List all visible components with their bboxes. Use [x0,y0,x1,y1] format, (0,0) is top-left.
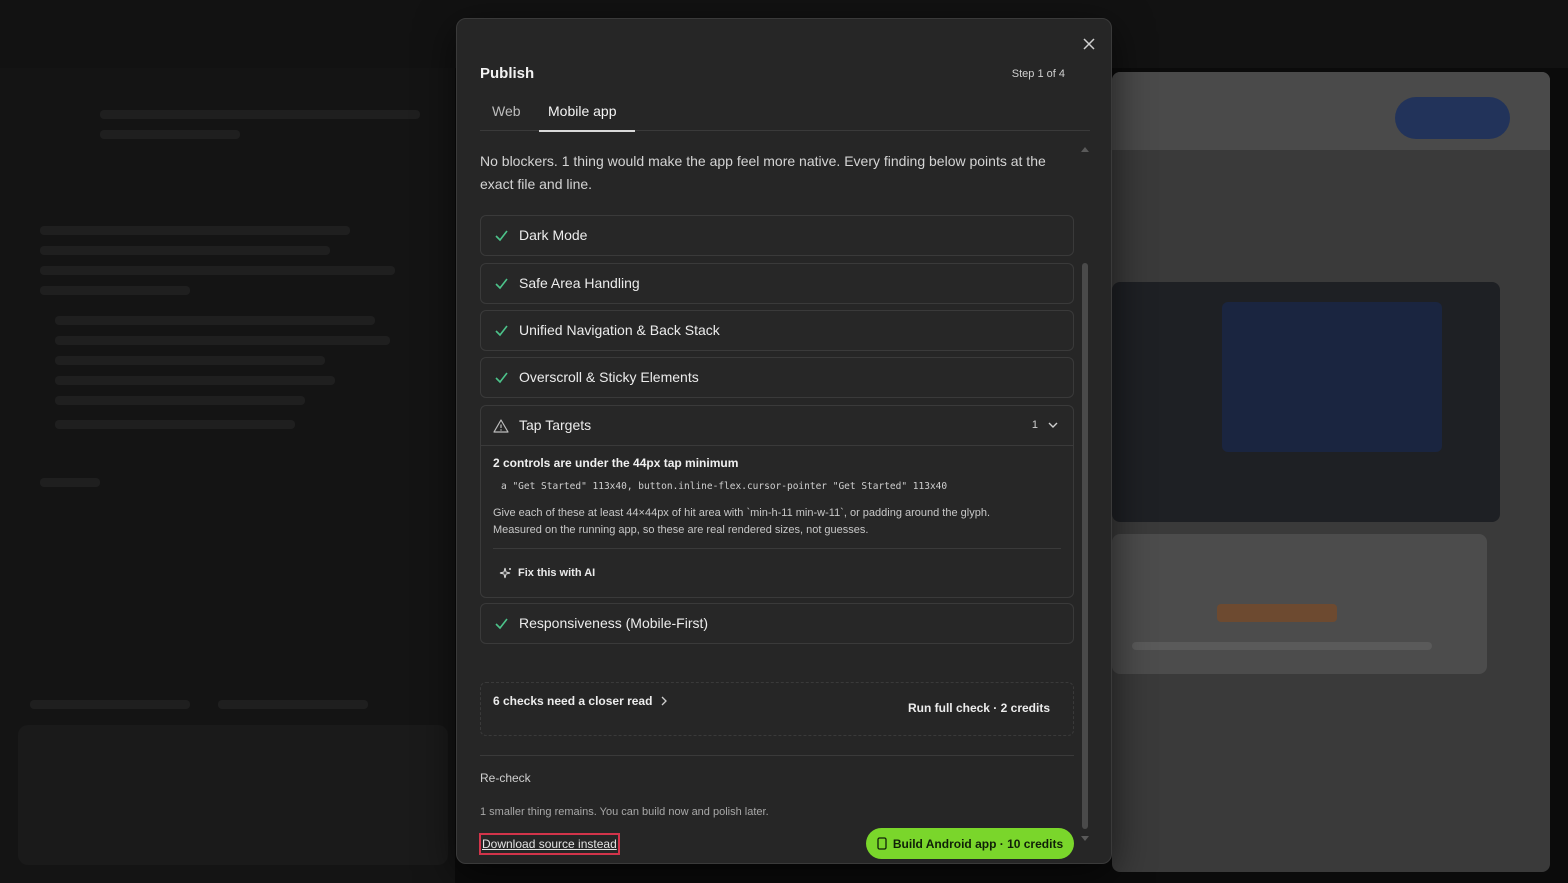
finding-title: 2 controls are under the 44px tap minimu… [493,456,739,470]
check-icon [495,372,508,384]
check-label: Dark Mode [519,227,588,243]
tab-mobile-app[interactable]: Mobile app [539,103,635,132]
finding-desc-line: Give each of these at least 44×44px of h… [493,507,991,519]
check-label: Unified Navigation & Back Stack [519,322,720,338]
build-android-button[interactable]: Build Android app · 10 credits [866,828,1074,859]
sparkle-icon [499,567,511,578]
check-safe-area[interactable]: Safe Area Handling [480,263,1074,304]
check-label: Overscroll & Sticky Elements [519,369,699,385]
tab-web[interactable]: Web [492,103,521,131]
publish-dialog: Publish Step 1 of 4 Web Mobile app No bl… [456,18,1112,864]
check-dark-mode[interactable]: Dark Mode [480,215,1074,256]
check-overscroll[interactable]: Overscroll & Sticky Elements [480,357,1074,398]
chevron-right-icon [661,696,668,706]
chevron-down-icon [1048,422,1058,428]
build-android-label: Build Android app · 10 credits [892,836,1064,851]
check-responsiveness[interactable]: Responsiveness (Mobile-First) [480,603,1074,644]
check-icon [495,325,508,337]
closer-read-label: 6 checks need a closer read [493,694,653,708]
check-tap-targets: Tap Targets 1 2 controls are under the 4… [480,405,1074,598]
check-icon [495,618,508,630]
warning-icon [493,419,509,433]
divider [493,548,1061,549]
download-source-link[interactable]: Download source instead [479,833,620,855]
finding-desc-line: Measured on the running app, so these ar… [493,524,869,536]
check-icon [495,278,508,290]
check-navigation[interactable]: Unified Navigation & Back Stack [480,310,1074,351]
finding-description: Give each of these at least 44×44px of h… [493,505,1063,539]
scroll-up-icon[interactable] [1081,147,1089,152]
fix-with-ai-button[interactable]: Fix this with AI [499,565,595,581]
summary-text: No blockers. 1 thing would make the app … [480,153,1046,192]
finding-count: 1 [1031,419,1038,431]
check-label: Tap Targets [519,417,592,433]
check-label: Responsiveness (Mobile-First) [519,615,709,631]
step-indicator: Step 1 of 4 [1011,68,1065,80]
phone-icon [877,837,887,850]
close-icon [1083,38,1095,50]
scroll-down-icon[interactable] [1081,836,1089,841]
background-preview [1112,72,1550,872]
remaining-note: 1 smaller thing remains. You can build n… [480,806,769,818]
scrollbar[interactable] [1081,147,1089,841]
checks-scroll-area: No blockers. 1 thing would make the app … [479,144,1076,859]
tap-targets-header[interactable]: Tap Targets 1 [481,406,1073,446]
check-label: Safe Area Handling [519,275,640,291]
divider [480,755,1074,756]
closer-read-link[interactable]: 6 checks need a closer read [493,694,668,708]
finding-code: a "Get Started" 113x40, button.inline-fl… [501,481,948,492]
scrollbar-thumb[interactable] [1082,263,1088,829]
closer-read-panel: 6 checks need a closer read Run full che… [480,682,1074,736]
check-icon [495,230,508,242]
fix-with-ai-label: Fix this with AI [518,567,596,579]
close-button[interactable] [1079,34,1099,54]
publish-tabs: Web Mobile app [480,97,1090,132]
run-full-check-button[interactable]: Run full check · 2 credits [908,701,1050,715]
dialog-title: Publish [480,65,535,82]
recheck-button[interactable]: Re-check [480,771,531,785]
background-composer [18,725,448,865]
